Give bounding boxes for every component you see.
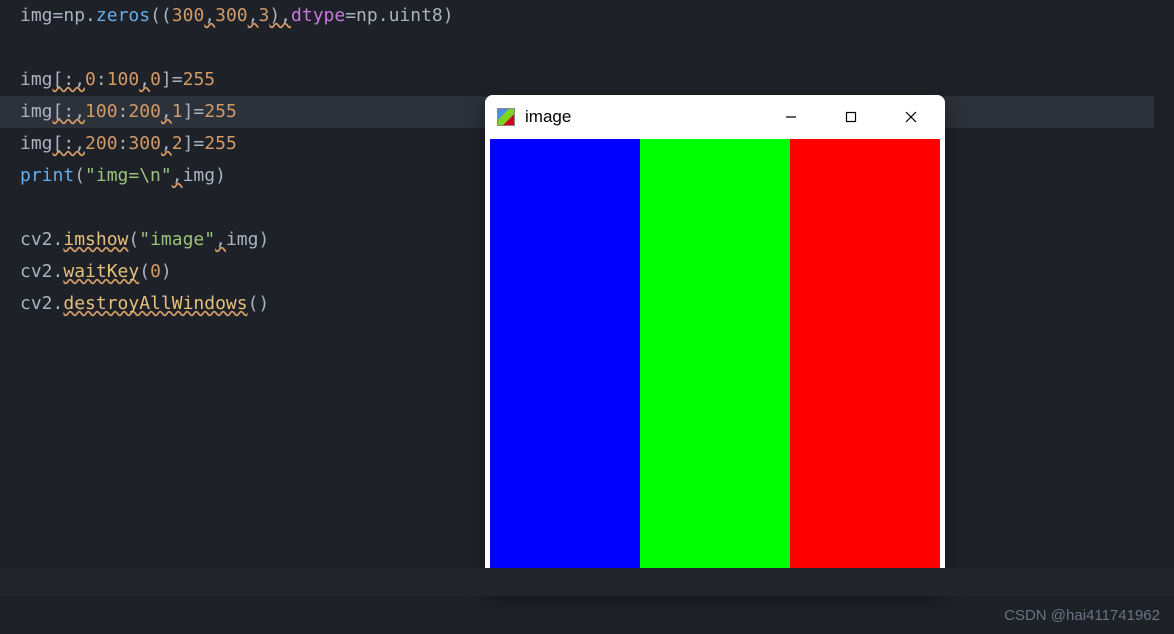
stripe-blue xyxy=(490,139,640,589)
maximize-button[interactable] xyxy=(821,95,881,139)
watermark: CSDN @hai411741962 xyxy=(1004,607,1160,624)
close-button[interactable] xyxy=(881,95,941,139)
window-icon xyxy=(497,108,515,126)
window-titlebar[interactable]: image xyxy=(485,95,945,139)
code-line-empty xyxy=(20,32,1174,64)
image-canvas xyxy=(490,139,940,589)
window-controls xyxy=(761,95,941,139)
stripe-red xyxy=(790,139,940,589)
status-bar xyxy=(0,568,1174,596)
code-line: img=np.zeros((300,300,3),dtype=np.uint8) xyxy=(20,0,1174,32)
minimize-button[interactable] xyxy=(761,95,821,139)
window-title: image xyxy=(525,107,761,127)
code-line: img[:,0:100,0]=255 xyxy=(20,64,1174,96)
stripe-green xyxy=(640,139,790,589)
image-preview-window[interactable]: image xyxy=(485,95,945,594)
